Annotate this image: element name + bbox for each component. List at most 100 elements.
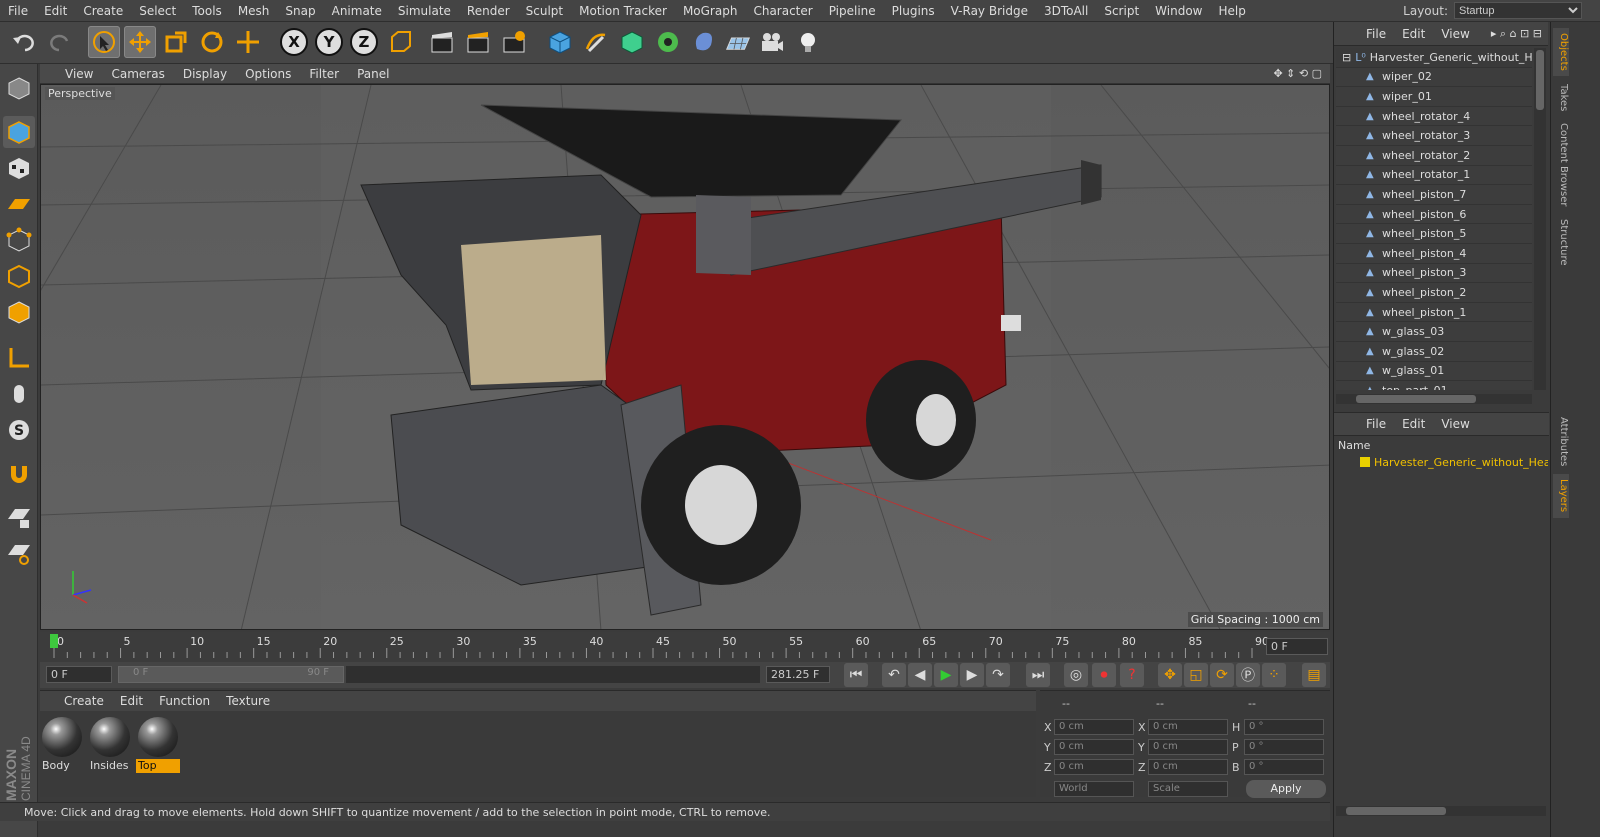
layer-color-swatch[interactable]	[1360, 457, 1370, 467]
keyframe-selection-icon[interactable]: ?	[1120, 663, 1144, 687]
y-axis-lock-button[interactable]: Y	[315, 28, 343, 56]
object-row[interactable]: ▲ wheel_piston_7	[1336, 185, 1532, 205]
layers-menu-edit[interactable]: Edit	[1394, 417, 1433, 431]
perspective-viewport[interactable]: Perspective Grid Spacing : 1000 cm	[40, 84, 1330, 630]
object-row[interactable]: ▲ wheel_piston_6	[1336, 204, 1532, 225]
menu-pipeline[interactable]: Pipeline	[821, 4, 884, 18]
object-row[interactable]: ▲ wheel_piston_4	[1336, 243, 1532, 264]
viewport-menu-options[interactable]: Options	[236, 67, 300, 81]
object-row[interactable]: ▲ top_part_01	[1336, 381, 1532, 390]
edges-mode-icon[interactable]	[3, 260, 35, 292]
menu-character[interactable]: Character	[745, 4, 820, 18]
floor-object-icon[interactable]	[720, 26, 756, 58]
menu-select[interactable]: Select	[131, 4, 184, 18]
render-picture-viewer-icon[interactable]	[462, 26, 494, 58]
object-row[interactable]: ▲ wheel_rotator_3	[1336, 126, 1532, 146]
deformer-icon[interactable]	[688, 26, 720, 58]
object-root[interactable]: ⊟ L⁰ Harvester_Generic_without_Hea	[1336, 48, 1532, 68]
menu-tools[interactable]: Tools	[184, 4, 230, 18]
object-row[interactable]: ▲ wheel_piston_5	[1336, 224, 1532, 244]
menu-edit[interactable]: Edit	[36, 4, 75, 18]
range-track[interactable]	[346, 666, 760, 683]
z-size-field[interactable]: 0 cm	[1148, 759, 1228, 775]
record-keys-icon[interactable]: ◎	[1064, 663, 1088, 687]
object-row[interactable]: ▲ wheel_rotator_1	[1336, 165, 1532, 186]
menu-mesh[interactable]: Mesh	[230, 4, 278, 18]
menu-render[interactable]: Render	[459, 4, 518, 18]
solo-mode-icon[interactable]: S	[3, 414, 35, 446]
move-tool-icon[interactable]	[124, 26, 156, 58]
timeline-ruler[interactable]: 0 5 10 15 20 25 30 35 40 45 50 55 60 65 70 75 80 85 90 0 F	[40, 632, 1330, 662]
workplane-lock-icon[interactable]	[3, 502, 35, 534]
objects-menu-edit[interactable]: Edit	[1394, 27, 1433, 41]
layer-row[interactable]: Harvester_Generic_without_Heade	[1338, 454, 1548, 470]
layers-menu-file[interactable]: File	[1358, 417, 1394, 431]
viewport-menu-cameras[interactable]: Cameras	[102, 67, 173, 81]
material-menu-create[interactable]: Create	[56, 694, 112, 708]
camera-icon[interactable]	[756, 26, 788, 58]
menu-animate[interactable]: Animate	[324, 4, 390, 18]
object-tree[interactable]: ⊟ L⁰ Harvester_Generic_without_Hea ▲ wiper_…	[1336, 48, 1532, 390]
menu-help[interactable]: Help	[1210, 4, 1253, 18]
previous-key-icon[interactable]: ↶	[882, 663, 906, 687]
object-row[interactable]: ▲ wheel_piston_1	[1336, 302, 1532, 323]
model-mode-icon[interactable]	[3, 116, 35, 148]
fps-field[interactable]: 281.25 F	[766, 666, 830, 683]
coordinate-mode-select[interactable]: World	[1054, 781, 1134, 797]
x-position-field[interactable]: 0 cm	[1054, 719, 1134, 735]
menu-sculpt[interactable]: Sculpt	[518, 4, 571, 18]
key-pla-icon[interactable]: ⁘	[1262, 663, 1286, 687]
object-row[interactable]: ▲ w_glass_02	[1336, 341, 1532, 362]
cube-primitive-icon[interactable]	[544, 26, 576, 58]
object-list-hscrollbar[interactable]	[1336, 394, 1532, 404]
autokey-icon[interactable]: ⏺	[1092, 663, 1116, 687]
tab-objects[interactable]: Objects	[1553, 28, 1569, 76]
timeline-window-icon[interactable]: ▤	[1302, 663, 1326, 687]
cloner-icon[interactable]	[652, 26, 684, 58]
end-frame-field[interactable]: 0 F	[1266, 638, 1328, 655]
next-key-icon[interactable]: ↷	[986, 663, 1010, 687]
x-size-field[interactable]: 0 cm	[1148, 719, 1228, 735]
go-to-start-icon[interactable]: ⏮	[844, 663, 868, 687]
tab-structure[interactable]: Structure	[1553, 214, 1569, 270]
current-frame-field[interactable]: 0 F	[46, 666, 112, 683]
live-selection-icon[interactable]	[88, 26, 120, 58]
x-axis-lock-button[interactable]: X	[280, 28, 308, 56]
menu-script[interactable]: Script	[1096, 4, 1147, 18]
menu-vray-bridge[interactable]: V-Ray Bridge	[943, 4, 1036, 18]
material-menu-edit[interactable]: Edit	[112, 694, 151, 708]
tab-layers[interactable]: Layers	[1553, 474, 1569, 518]
next-frame-icon[interactable]: ▶	[960, 663, 984, 687]
menu-3dtoall[interactable]: 3DToAll	[1036, 4, 1096, 18]
points-mode-icon[interactable]	[3, 224, 35, 256]
layout-select[interactable]: Startup	[1454, 2, 1582, 19]
menu-window[interactable]: Window	[1147, 4, 1210, 18]
go-to-end-icon[interactable]: ⏭	[1026, 663, 1050, 687]
tab-content-browser[interactable]: Content Browser	[1553, 120, 1569, 210]
menu-file[interactable]: File	[0, 4, 36, 18]
h-rotation-field[interactable]: 0 °	[1244, 719, 1324, 735]
material-swatch[interactable]: Insides	[88, 715, 132, 773]
objects-menu-view[interactable]: View	[1433, 27, 1477, 41]
make-editable-icon[interactable]	[3, 72, 35, 104]
pen-spline-icon[interactable]	[580, 26, 612, 58]
polygons-mode-icon[interactable]	[3, 296, 35, 328]
menu-create[interactable]: Create	[75, 4, 131, 18]
object-row[interactable]: ▲ wheel_rotator_2	[1336, 145, 1532, 166]
previous-frame-icon[interactable]: ◀	[908, 663, 932, 687]
material-swatch[interactable]: Body	[40, 715, 84, 773]
viewport-menu-view[interactable]: View	[56, 67, 102, 81]
key-position-icon[interactable]: ✥	[1158, 663, 1182, 687]
object-row[interactable]: ▲ w_glass_03	[1336, 322, 1532, 342]
layer-hscrollbar[interactable]	[1336, 806, 1546, 816]
layers-menu-view[interactable]: View	[1433, 417, 1477, 431]
object-row[interactable]: ▲ w_glass_01	[1336, 361, 1532, 382]
z-axis-lock-button[interactable]: Z	[350, 28, 378, 56]
p-rotation-field[interactable]: 0 °	[1244, 739, 1324, 755]
texture-mode-icon[interactable]	[3, 152, 35, 184]
material-swatch-selected[interactable]: Top	[136, 715, 180, 773]
key-scale-icon[interactable]: ◱	[1184, 663, 1208, 687]
workplane-snap-icon[interactable]	[3, 538, 35, 570]
play-forward-icon[interactable]: ▶	[934, 663, 958, 687]
tweak-mode-icon[interactable]	[3, 378, 35, 410]
